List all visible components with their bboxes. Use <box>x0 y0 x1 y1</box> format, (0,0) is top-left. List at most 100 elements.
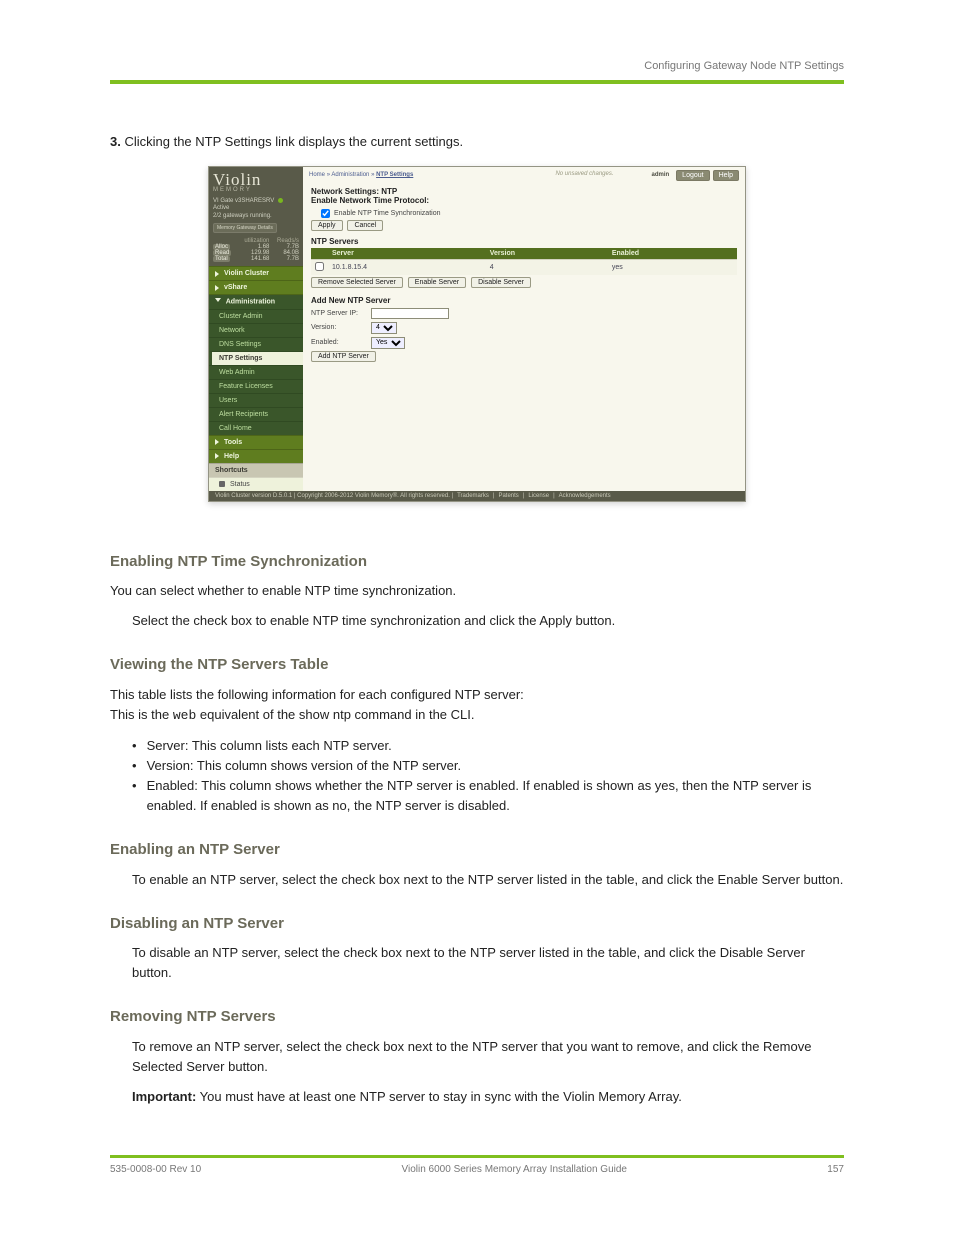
caret-right-icon <box>215 271 219 277</box>
sidebar-group-label: vShare <box>224 284 247 291</box>
footer-right: 157 <box>827 1164 844 1175</box>
page-subtitle: Enable Network Time Protocol: <box>311 196 737 205</box>
row-enabled: yes <box>608 259 737 275</box>
body-text: To disable an NTP server, select the che… <box>132 943 844 983</box>
metric-val: 141.68 <box>237 256 270 262</box>
caret-down-icon <box>215 298 221 305</box>
metric-val: 7.7B <box>270 256 300 262</box>
bottom-rule <box>110 1155 844 1158</box>
main-panel: Home » Administration » NTP Settings No … <box>303 167 745 491</box>
body-text: Select the check box to enable NTP time … <box>132 611 844 631</box>
body-text: You can select whether to enable NTP tim… <box>110 581 844 601</box>
add-ntp-server-button[interactable]: Add NTP Server <box>311 351 376 362</box>
sidebar-group-label: Administration <box>226 299 275 306</box>
sidebar-item-users[interactable]: Users <box>209 393 303 407</box>
apply-button[interactable]: Apply <box>311 220 343 231</box>
logo-text: Violin <box>213 171 299 188</box>
col-server: Server <box>328 248 486 260</box>
sidebar-item-web-admin[interactable]: Web Admin <box>209 365 303 379</box>
sidebar-metrics: utilization Reads/s Alloc 1.68 7.7B Read <box>209 236 303 266</box>
app-footer: Violin Cluster version D.5.0.1 | Copyrig… <box>209 491 745 501</box>
crumb-ntp[interactable]: NTP Settings <box>376 172 413 178</box>
enable-server-button[interactable]: Enable Server <box>408 277 466 288</box>
label-ntp-ip: NTP Server IP: <box>311 310 371 317</box>
gateway-details-button[interactable]: Memory Gateway Details <box>213 223 277 234</box>
cancel-button[interactable]: Cancel <box>347 220 383 231</box>
caret-right-icon <box>215 439 219 445</box>
row-version: 4 <box>486 259 608 275</box>
intro-step: 3. Clicking the NTP Settings link displa… <box>110 132 844 152</box>
enable-ntp-label: Enable NTP Time Synchronization <box>334 210 440 217</box>
topbar: Home » Administration » NTP Settings No … <box>303 167 745 181</box>
status-message: No unsaved changes. <box>555 171 613 177</box>
sidebar-group-violin-cluster[interactable]: Violin Cluster <box>209 266 303 280</box>
step-text: Clicking the NTP Settings link displays … <box>124 134 463 149</box>
ntp-enabled-select[interactable]: Yes <box>371 337 405 349</box>
gw-count: 2/2 gateways running. <box>213 213 299 221</box>
logo-block: Violin MEMORY <box>209 167 303 195</box>
important-note: Important: You must have at least one NT… <box>132 1087 844 1107</box>
disable-server-button[interactable]: Disable Server <box>471 277 531 288</box>
logout-button[interactable]: Logout <box>676 170 709 181</box>
status-icon <box>219 481 225 487</box>
bullet-item: Version: This column shows version of th… <box>132 756 844 776</box>
caret-right-icon <box>215 285 219 291</box>
content: Network Settings: NTP Enable Network Tim… <box>303 181 745 368</box>
sidebar-group-administration[interactable]: Administration <box>209 294 303 308</box>
sidebar-group-tools[interactable]: Tools <box>209 435 303 449</box>
section-enable-server: Enabling an NTP Server <box>110 838 844 861</box>
body-text: This table lists the following informati… <box>110 685 844 726</box>
crumb-admin[interactable]: Administration <box>331 172 369 178</box>
bullet-item: Enabled: This column shows whether the N… <box>132 776 844 816</box>
caret-right-icon <box>215 453 219 459</box>
sidebar: Violin MEMORY VI Gate v3SHARESRV Active … <box>209 167 303 491</box>
page-title: Network Settings: NTP <box>311 187 737 196</box>
sidebar-item-cluster-admin[interactable]: Cluster Admin <box>209 309 303 323</box>
bullet-item: Server: This column lists each NTP serve… <box>132 736 844 756</box>
footer-link-trademarks[interactable]: Trademarks <box>457 493 489 499</box>
sidebar-group-help[interactable]: Help <box>209 449 303 463</box>
help-button[interactable]: Help <box>713 170 739 181</box>
label-ntp-version: Version: <box>311 324 371 331</box>
metric-row-label: Total <box>213 256 230 262</box>
ntp-ip-input[interactable] <box>371 308 449 319</box>
sidebar-shortcut-label: Status <box>230 481 250 488</box>
ntp-servers-title: NTP Servers <box>311 237 737 246</box>
sidebar-item-alert-recipients[interactable]: Alert Recipients <box>209 407 303 421</box>
sidebar-item-call-home[interactable]: Call Home <box>209 421 303 435</box>
footer-link-patents[interactable]: Patents <box>498 493 518 499</box>
crumb-home[interactable]: Home <box>309 172 325 178</box>
step-number: 3. <box>110 134 121 149</box>
footer-link-acknowledgements[interactable]: Acknowledgements <box>559 493 611 499</box>
document-page: Configuring Gateway Node NTP Settings 3.… <box>0 0 954 1235</box>
enable-ntp-checkbox[interactable] <box>321 209 330 218</box>
col-enabled: Enabled <box>608 248 737 260</box>
footer-link-license[interactable]: License <box>528 493 549 499</box>
gw-active: Active <box>213 205 299 213</box>
remove-server-button[interactable]: Remove Selected Server <box>311 277 403 288</box>
sidebar-shortcut-status[interactable]: Status <box>209 477 303 491</box>
footer-text: Violin Cluster version D.5.0.1 | Copyrig… <box>215 493 453 499</box>
top-rule <box>110 80 844 84</box>
sidebar-group-vshare[interactable]: vShare <box>209 280 303 294</box>
section-enable-ntp: Enabling NTP Time Synchronization <box>110 550 844 573</box>
section-view-table: Viewing the NTP Servers Table <box>110 653 844 676</box>
ntp-version-select[interactable]: 4 <box>371 322 397 334</box>
sidebar-group-label: Tools <box>224 439 242 446</box>
status-dot-icon <box>278 198 283 203</box>
body-text: To enable an NTP server, select the chec… <box>132 870 844 890</box>
sidebar-item-feature-licenses[interactable]: Feature Licenses <box>209 379 303 393</box>
important-label: Important: <box>132 1089 196 1104</box>
label-ntp-enabled: Enabled: <box>311 339 371 346</box>
page-header-title: Configuring Gateway Node NTP Settings <box>644 60 844 72</box>
breadcrumb: Home » Administration » NTP Settings <box>309 172 413 178</box>
gw-name: VI Gate v3SHARESRV <box>213 198 274 204</box>
sidebar-group-label: Help <box>224 453 239 460</box>
ntp-servers-table: Server Version Enabled 10.1.8.15.4 4 yes <box>311 248 737 275</box>
sidebar-item-ntp-settings[interactable]: NTP Settings <box>209 351 303 365</box>
sidebar-item-dns-settings[interactable]: DNS Settings <box>209 337 303 351</box>
sidebar-item-network[interactable]: Network <box>209 323 303 337</box>
footer-center: Violin 6000 Series Memory Array Installa… <box>402 1164 627 1175</box>
table-row: 10.1.8.15.4 4 yes <box>311 259 737 275</box>
row-select-checkbox[interactable] <box>315 262 324 271</box>
